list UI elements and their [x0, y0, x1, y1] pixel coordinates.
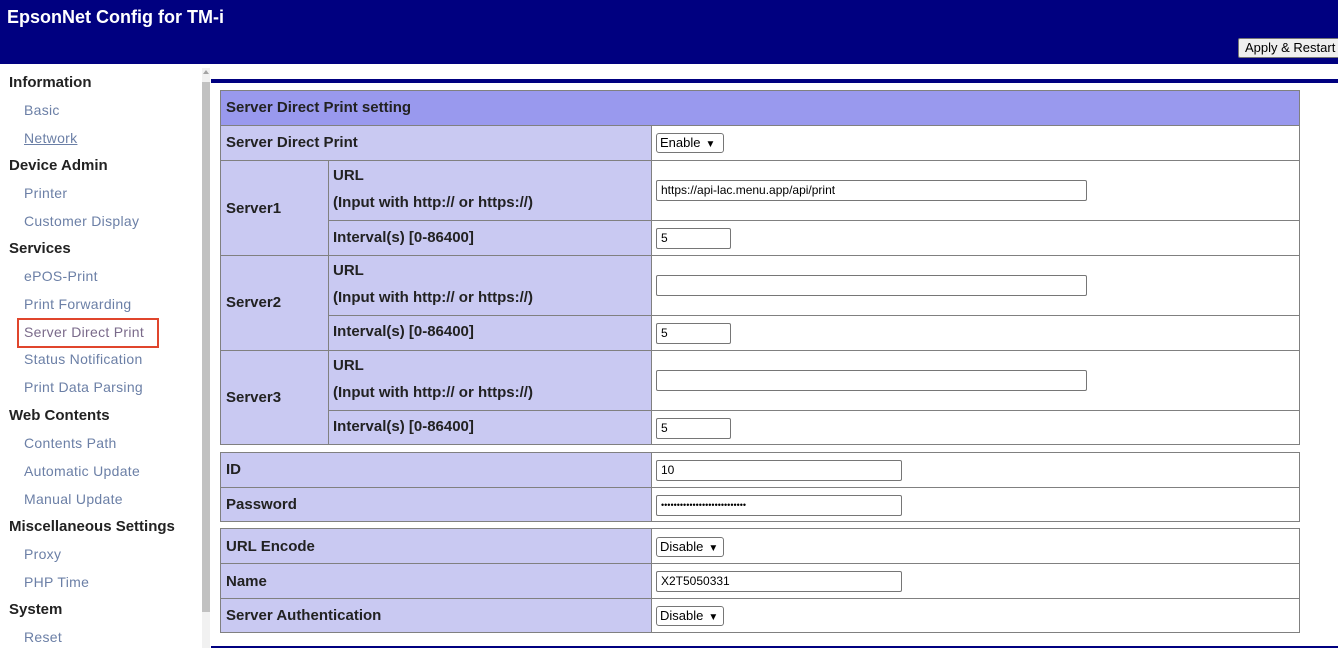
sidebar-item-contents-path[interactable]: Contents Path: [24, 435, 117, 451]
value-cell: [652, 126, 1299, 160]
sidebar-item-network[interactable]: Network: [24, 130, 77, 146]
row-divider: [221, 125, 1299, 126]
server-direct-print-label: Server Direct Print: [226, 134, 358, 151]
nav-group-device-admin: Device Admin: [9, 157, 108, 174]
server3-interval-label: Interval(s) [0-86400]: [333, 418, 474, 435]
server3-label: Server3: [226, 389, 282, 406]
sidebar-item-epos-print[interactable]: ePOS-Print: [24, 268, 98, 284]
server1-label: Server1: [226, 200, 282, 217]
server-direct-print-select[interactable]: Enable ▼: [656, 133, 724, 153]
scroll-up-arrow-icon[interactable]: [203, 70, 209, 74]
row-divider: [221, 160, 1299, 161]
select-value: Disable: [660, 608, 704, 623]
sidebar-item-manual-update[interactable]: Manual Update: [24, 491, 123, 507]
password-label: Password: [226, 496, 297, 513]
sidebar-item-printer[interactable]: Printer: [24, 185, 67, 201]
value-cell: [652, 411, 1299, 444]
sidebar-item-php-time[interactable]: PHP Time: [24, 574, 89, 590]
password-input[interactable]: •••••••••••••••••••••••••••: [656, 495, 902, 516]
value-cell: [652, 599, 1299, 632]
server2-interval-input[interactable]: 5: [656, 323, 731, 344]
app-header: EpsonNet Config for TM-i: [0, 0, 1338, 64]
sidebar-item-server-direct-print[interactable]: Server Direct Print: [24, 324, 144, 340]
nav-group-services: Services: [9, 240, 71, 257]
select-value: Disable: [660, 539, 704, 554]
column-divider: [651, 529, 652, 632]
row-divider: [328, 315, 1299, 316]
row-divider: [328, 220, 1299, 221]
apply-restart-button[interactable]: Apply & Restart: [1238, 38, 1338, 58]
sidebar-item-reset[interactable]: Reset: [24, 629, 62, 645]
server-authentication-label: Server Authentication: [226, 607, 382, 624]
name-input[interactable]: X2T5050331: [656, 571, 902, 592]
id-input[interactable]: 10: [656, 460, 902, 481]
server3-url-hint: (Input with http:// or https://): [333, 384, 533, 401]
row-divider: [221, 598, 1299, 599]
url-encode-label: URL Encode: [226, 538, 315, 555]
nav-group-web-contents: Web Contents: [9, 407, 110, 424]
nav-group-information: Information: [9, 74, 92, 91]
server1-interval-label: Interval(s) [0-86400]: [333, 229, 474, 246]
value-cell: [652, 316, 1299, 350]
section-title: Server Direct Print setting: [226, 99, 412, 116]
server-authentication-select[interactable]: Disable ▼: [656, 606, 724, 626]
chevron-down-icon: ▼: [705, 139, 716, 150]
server1-url-hint: (Input with http:// or https://): [333, 194, 533, 211]
chevron-down-icon: ▼: [708, 612, 719, 623]
app-title: EpsonNet Config for TM-i: [7, 7, 224, 27]
column-divider: [651, 125, 652, 444]
row-divider: [221, 255, 1299, 256]
value-cell: [652, 221, 1299, 255]
nav-group-system: System: [9, 601, 63, 618]
server1-url-label: URL: [333, 167, 364, 184]
sidebar-item-print-forwarding[interactable]: Print Forwarding: [24, 296, 132, 312]
sidebar-item-customer-display[interactable]: Customer Display: [24, 213, 139, 229]
server3-url-label: URL: [333, 357, 364, 374]
sidebar-item-print-data-parsing[interactable]: Print Data Parsing: [24, 379, 143, 395]
server1-url-input[interactable]: https://api-lac.menu.app/api/print: [656, 180, 1087, 201]
row-divider: [221, 487, 1299, 488]
server2-label: Server2: [226, 294, 282, 311]
sidebar-item-proxy[interactable]: Proxy: [24, 546, 61, 562]
value-cell: [652, 529, 1299, 563]
sidebar-scrollbar-thumb[interactable]: [202, 82, 210, 612]
row-divider: [221, 563, 1299, 564]
server3-interval-input[interactable]: 5: [656, 418, 731, 439]
sidebar-item-basic[interactable]: Basic: [24, 102, 60, 118]
server1-interval-input[interactable]: 5: [656, 228, 731, 249]
server-direct-print-panel: Server Direct Print setting Server Direc…: [220, 90, 1300, 445]
content-top-rule: [211, 79, 1338, 83]
server2-url-input[interactable]: [656, 275, 1087, 296]
server2-url-label: URL: [333, 262, 364, 279]
server2-url-hint: (Input with http:// or https://): [333, 289, 533, 306]
row-divider: [328, 410, 1299, 411]
nav-group-misc-settings: Miscellaneous Settings: [9, 518, 175, 535]
select-value: Enable: [660, 135, 701, 150]
url-encode-select[interactable]: Disable ▼: [656, 537, 724, 557]
name-label: Name: [226, 573, 267, 590]
chevron-down-icon: ▼: [708, 543, 719, 554]
server3-url-input[interactable]: [656, 370, 1087, 391]
id-label: ID: [226, 461, 241, 478]
sidebar-item-status-notification[interactable]: Status Notification: [24, 351, 143, 367]
column-divider: [651, 453, 652, 521]
row-divider: [221, 350, 1299, 351]
sidebar-item-automatic-update[interactable]: Automatic Update: [24, 463, 140, 479]
column-divider: [328, 160, 329, 444]
server2-interval-label: Interval(s) [0-86400]: [333, 323, 474, 340]
